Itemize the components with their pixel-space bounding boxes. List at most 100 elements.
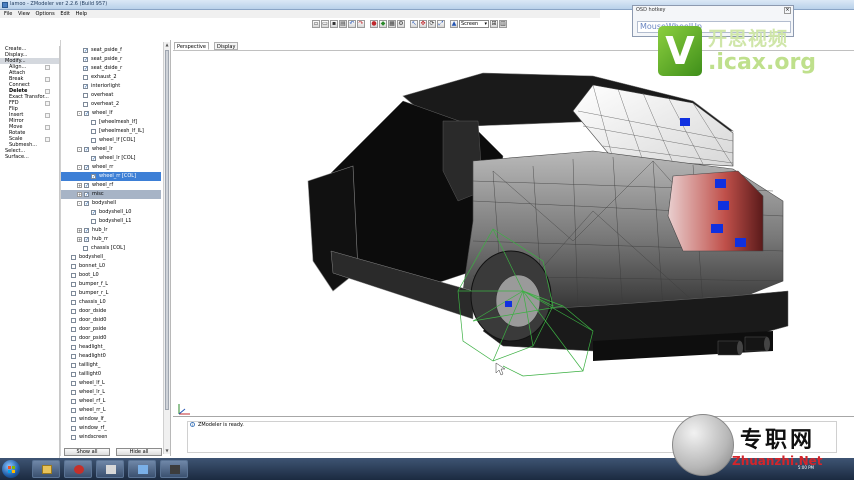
tree-row[interactable]: door_dside	[61, 307, 161, 316]
3d-viewport[interactable]	[173, 50, 854, 415]
tree-row[interactable]: - ✓ bodyshell	[61, 199, 161, 208]
visibility-checkbox[interactable]	[83, 93, 88, 98]
tree-row[interactable]: door_psid0	[61, 334, 161, 343]
taskbar-zmodeler-button[interactable]	[96, 460, 124, 478]
expand-icon[interactable]: +	[77, 192, 82, 197]
visibility-checkbox[interactable]	[71, 354, 76, 359]
tree-row[interactable]: taillight0	[61, 370, 161, 379]
tree-row[interactable]: [wheelmesh_lf]	[61, 118, 161, 127]
tree-row[interactable]: windscreen	[61, 433, 161, 442]
tree-row[interactable]: ✓ interiorlight	[61, 82, 161, 91]
tree-row[interactable]: door_dsid0	[61, 316, 161, 325]
expand-icon[interactable]: +	[77, 237, 82, 242]
visibility-checkbox[interactable]: ✓	[84, 192, 89, 198]
tree-row[interactable]: door_pside	[61, 325, 161, 334]
visibility-checkbox[interactable]: ✓	[91, 174, 96, 180]
visibility-checkbox[interactable]	[71, 435, 76, 440]
visibility-checkbox[interactable]	[71, 300, 76, 305]
visibility-checkbox[interactable]: ✓	[91, 210, 96, 216]
close-icon[interactable]: ×	[784, 7, 791, 14]
visibility-checkbox[interactable]	[71, 336, 76, 341]
collapse-icon[interactable]: -	[77, 165, 82, 170]
tree-row[interactable]: + ✓ hub_lr	[61, 226, 161, 235]
visibility-checkbox[interactable]: ✓	[84, 228, 89, 234]
new-file-icon[interactable]: ▫	[312, 20, 320, 28]
tree-row[interactable]: window_rf_	[61, 424, 161, 433]
visibility-checkbox[interactable]	[71, 372, 76, 377]
undo-icon[interactable]: ↶	[348, 20, 356, 28]
collapse-icon[interactable]: -	[77, 147, 82, 152]
visibility-checkbox[interactable]	[91, 138, 96, 143]
expand-icon[interactable]: +	[77, 228, 82, 233]
tree-row[interactable]: bodyshell_	[61, 253, 161, 262]
scroll-thumb[interactable]	[165, 50, 169, 410]
tree-scrollbar[interactable]: ▲ ▼	[163, 42, 170, 454]
settings-icon[interactable]: ⚙	[397, 20, 405, 28]
visibility-checkbox[interactable]	[71, 273, 76, 278]
tree-row[interactable]: bumper_r_L	[61, 289, 161, 298]
visibility-checkbox[interactable]: ✓	[83, 57, 88, 63]
menu-file[interactable]: File	[4, 10, 12, 18]
tree-row[interactable]: bodyshell_L1	[61, 217, 161, 226]
render-icon[interactable]: ◆	[379, 20, 387, 28]
visibility-checkbox[interactable]	[71, 408, 76, 413]
taskbar-media-button[interactable]	[160, 460, 188, 478]
tree-row[interactable]: wheel_rf_L	[61, 397, 161, 406]
visibility-checkbox[interactable]	[71, 291, 76, 296]
visibility-checkbox[interactable]: ✓	[84, 147, 89, 153]
visibility-checkbox[interactable]	[71, 381, 76, 386]
redo-icon[interactable]: ↷	[357, 20, 365, 28]
tree-row[interactable]: + ✓ hub_rr	[61, 235, 161, 244]
menu-view[interactable]: View	[18, 10, 30, 18]
tab-display[interactable]: Display	[214, 42, 239, 50]
merge-icon[interactable]: ▤	[339, 20, 347, 28]
tree-row[interactable]: overheat	[61, 91, 161, 100]
visibility-checkbox[interactable]: ✓	[91, 156, 96, 162]
start-button[interactable]	[2, 460, 20, 478]
snap-icon[interactable]: ⊞	[490, 20, 498, 28]
visibility-checkbox[interactable]	[71, 390, 76, 395]
visibility-checkbox[interactable]	[91, 219, 96, 224]
tree-row[interactable]: - ✓ wheel_lr	[61, 145, 161, 154]
visibility-checkbox[interactable]	[71, 282, 76, 287]
scale-icon[interactable]: ⤢	[437, 20, 445, 28]
tree-row[interactable]: boot_L0	[61, 271, 161, 280]
tree-row[interactable]: - ✓ wheel_rr	[61, 163, 161, 172]
tree-row[interactable]: headlight0	[61, 352, 161, 361]
visibility-checkbox[interactable]	[71, 327, 76, 332]
tree-row[interactable]: - ✓ wheel_lf	[61, 109, 161, 118]
visibility-checkbox[interactable]	[83, 246, 88, 251]
visibility-checkbox[interactable]	[83, 102, 88, 107]
menu-options[interactable]: Options	[35, 10, 54, 18]
visibility-checkbox[interactable]: ✓	[84, 165, 89, 171]
tree-row[interactable]: bumper_f_L	[61, 280, 161, 289]
collapse-icon[interactable]: -	[77, 201, 82, 206]
tree-row[interactable]: ✓ bodyshell_L0	[61, 208, 161, 217]
menu-edit[interactable]: Edit	[60, 10, 70, 18]
record-icon[interactable]: ●	[370, 20, 378, 28]
visibility-checkbox[interactable]	[71, 309, 76, 314]
tree-row[interactable]: + ✓ wheel_rf	[61, 181, 161, 190]
command-item[interactable]: Surface...	[0, 154, 59, 160]
taskbar-app-button[interactable]	[64, 460, 92, 478]
visibility-checkbox[interactable]: ✓	[83, 48, 88, 54]
collapse-icon[interactable]: -	[77, 111, 82, 116]
taskbar-explorer-button[interactable]	[32, 460, 60, 478]
visibility-checkbox[interactable]	[71, 426, 76, 431]
tree-row[interactable]: taillight_	[61, 361, 161, 370]
visibility-checkbox[interactable]: ✓	[84, 111, 89, 117]
expand-icon[interactable]: +	[77, 183, 82, 188]
visibility-checkbox[interactable]	[71, 318, 76, 323]
visibility-checkbox[interactable]: ✓	[84, 201, 89, 207]
tree-row[interactable]: exhaust_2	[61, 73, 161, 82]
select-arrow-icon[interactable]: ↖	[410, 20, 418, 28]
visibility-checkbox[interactable]	[91, 129, 96, 134]
tree-row[interactable]: ✓ seat_pside_r	[61, 55, 161, 64]
rotate-icon[interactable]: ⟳	[428, 20, 436, 28]
taskbar-window-button[interactable]	[128, 460, 156, 478]
visibility-checkbox[interactable]: ✓	[84, 183, 89, 189]
tree-row[interactable]: + ✓ misc	[61, 190, 161, 199]
save-icon[interactable]: ▪	[330, 20, 338, 28]
axis-icon[interactable]: ▲	[450, 20, 458, 28]
tree-row[interactable]: bonnet_L0	[61, 262, 161, 271]
